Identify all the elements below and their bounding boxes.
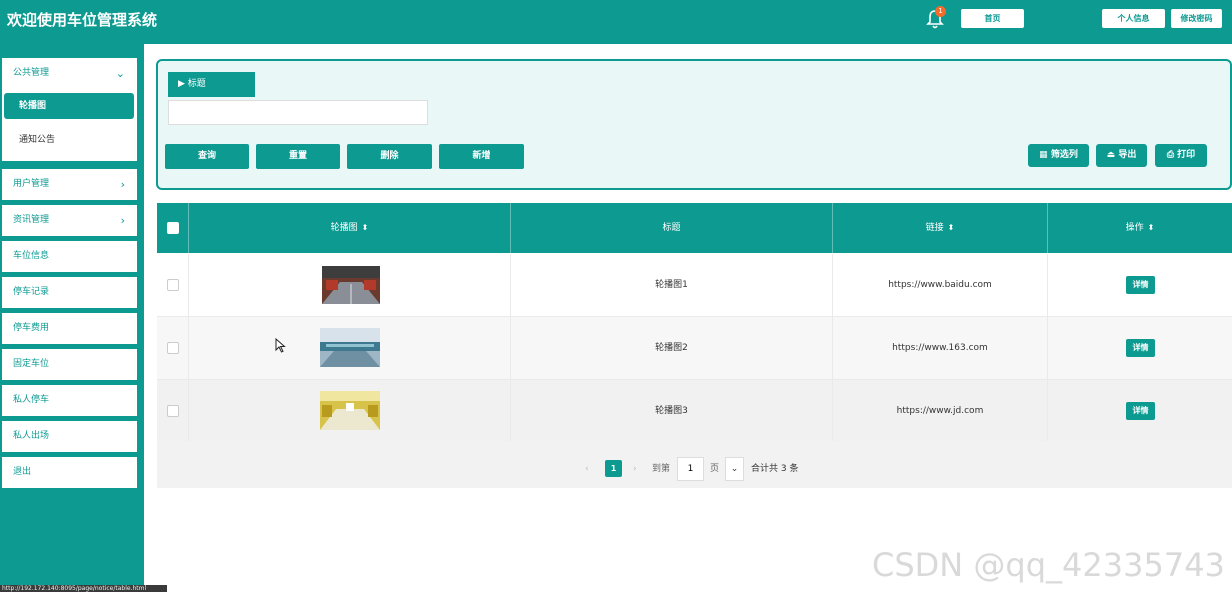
header-title-label: 标题 [662,223,681,233]
goto-page-input[interactable] [677,457,704,481]
watermark: CSDN @qq_42335743 [872,546,1225,584]
notification-badge: 1 [935,6,946,17]
sort-icon: ⬍ [361,223,369,232]
carousel-thumbnail[interactable] [322,266,380,304]
page-unit-label: 页 [710,464,720,474]
header-title: 标题 [511,203,833,253]
row-checkbox[interactable] [167,279,179,291]
sidebar-item-private-exit[interactable]: 私人出场 [2,421,137,452]
print-button[interactable]: ⎙ 打印 [1155,144,1207,167]
row-checkbox[interactable] [167,342,179,354]
delete-button[interactable]: 删除 [347,144,432,169]
header-image[interactable]: 轮播图 ⬍ [189,203,511,253]
sidebar-group-public-header[interactable]: 公共管理 ⌄ [2,58,137,89]
page-size-select[interactable]: ⌄ [725,457,744,481]
status-bar-url: http://192.172.140:8095/page/notice/tabl… [0,585,167,592]
title-filter-label: ▶ 标题 [168,72,255,97]
row-image-cell [189,380,511,443]
mouse-cursor-icon [275,338,286,353]
export-icon: ⏏ [1106,150,1116,160]
filter-columns-button[interactable]: ▦ 筛选列 [1028,144,1089,167]
detail-button[interactable]: 详情 [1126,339,1155,357]
sidebar-item-users[interactable]: 用户管理 › [2,169,137,200]
chevron-right-icon: › [120,178,125,191]
sidebar-item-news[interactable]: 资讯管理 › [2,205,137,236]
row-select-cell [157,317,189,380]
next-page-icon[interactable]: › [633,459,637,479]
sidebar: 公共管理 ⌄ 轮播图 通知公告 用户管理 › 资讯管理 › 车位信息 停车记录 … [0,44,144,592]
chevron-down-icon: ⌄ [730,464,739,474]
sidebar-subitem-carousel[interactable]: 轮播图 [4,93,134,119]
row-link: https://www.163.com [833,317,1048,380]
table-row: 轮播图3 https://www.jd.com 详情 [157,380,1232,443]
goto-label: 到第 [652,464,671,474]
row-action-cell: 详情 [1048,254,1232,317]
print-label: 打印 [1177,150,1196,160]
header-action-label: 操作 [1125,223,1144,233]
carousel-thumbnail[interactable] [320,391,380,430]
header-action[interactable]: 操作 ⬍ [1048,203,1232,253]
title-filter-label-text: 标题 [187,79,206,89]
table-row: 轮播图2 https://www.163.com 详情 [157,317,1232,380]
sidebar-item-logout[interactable]: 退出 [2,457,137,488]
sidebar-item-fixed-spaces[interactable]: 固定车位 [2,349,137,380]
title-search-input[interactable] [168,100,428,125]
row-title: 轮播图3 [511,380,833,443]
sidebar-item-parking-fees[interactable]: 停车费用 [2,313,137,344]
row-select-cell [157,380,189,443]
page-number-current[interactable]: 1 [605,460,622,477]
row-title: 轮播图2 [511,317,833,380]
row-title: 轮播图1 [511,254,833,317]
row-checkbox[interactable] [167,405,179,417]
columns-icon: ▦ [1039,150,1048,160]
header-link-label: 链接 [925,223,944,233]
detail-button[interactable]: 详情 [1126,402,1155,420]
header-select-cell [157,203,189,253]
sort-icon: ⬍ [1147,223,1155,232]
table-row: 轮播图1 https://www.baidu.com 详情 [157,254,1232,317]
row-action-cell: 详情 [1048,380,1232,443]
table-header: 轮播图 ⬍ 标题 链接 ⬍ 操作 ⬍ [157,203,1232,253]
add-button[interactable]: 新增 [439,144,524,169]
carousel-thumbnail[interactable] [320,328,380,367]
sidebar-item-private-parking[interactable]: 私人停车 [2,385,137,416]
row-image-cell [189,317,511,380]
sidebar-subitem-notice[interactable]: 通知公告 [4,127,134,153]
profile-button[interactable]: 个人信息 [1102,9,1165,28]
caret-right-icon: ▶ [178,79,185,89]
chevron-down-icon: ⌄ [115,67,125,80]
total-count: 合计共 3 条 [751,464,799,474]
row-link: https://www.jd.com [833,380,1048,443]
sidebar-item-parking-records[interactable]: 停车记录 [2,277,137,308]
sidebar-item-parking-info[interactable]: 车位信息 [2,241,137,272]
row-link: https://www.baidu.com [833,254,1048,317]
row-action-cell: 详情 [1048,317,1232,380]
select-all-checkbox[interactable] [167,222,179,234]
prev-page-icon[interactable]: ‹ [585,459,589,479]
printer-icon: ⎙ [1166,150,1175,160]
sidebar-item-label: 用户管理 [13,179,50,189]
chevron-right-icon: › [120,214,125,227]
top-bar [0,0,1232,44]
sidebar-item-label: 资讯管理 [13,215,50,225]
export-button[interactable]: ⏏ 导出 [1096,144,1147,167]
detail-button[interactable]: 详情 [1126,276,1155,294]
app-title: 欢迎使用车位管理系统 [7,11,158,29]
home-button[interactable]: 首页 [961,9,1024,28]
row-select-cell [157,254,189,317]
reset-button[interactable]: 重置 [256,144,340,169]
query-button[interactable]: 查询 [165,144,249,169]
sort-icon: ⬍ [947,223,955,232]
header-link[interactable]: 链接 ⬍ [833,203,1048,253]
filter-columns-label: 筛选列 [1050,150,1078,160]
sidebar-item-label: 公共管理 [13,68,50,78]
row-image-cell [189,254,511,317]
export-label: 导出 [1118,150,1137,160]
header-image-label: 轮播图 [330,223,358,233]
change-password-button[interactable]: 修改密码 [1171,9,1222,28]
